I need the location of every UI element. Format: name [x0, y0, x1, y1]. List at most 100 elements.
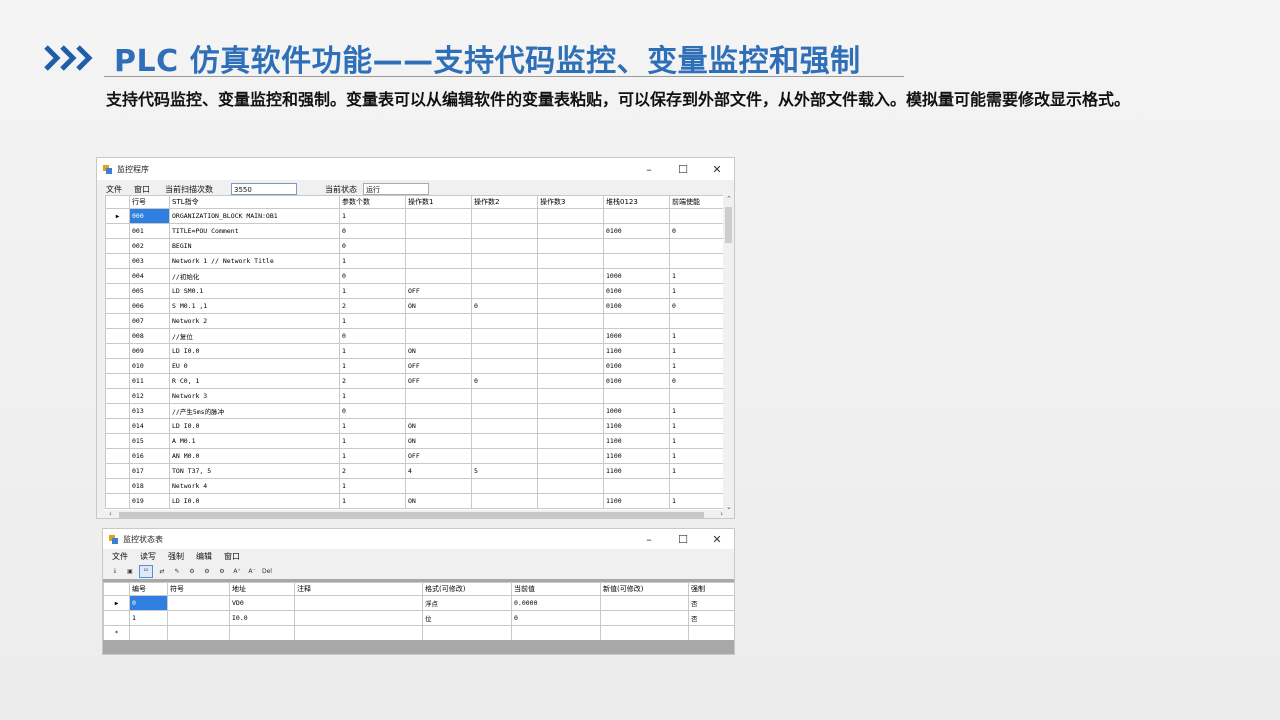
col-header[interactable]: 参数个数: [339, 195, 406, 209]
row-header[interactable]: [105, 463, 130, 479]
program-cell[interactable]: 1: [339, 358, 406, 374]
program-cell[interactable]: [405, 388, 472, 404]
delete-icon[interactable]: Del: [261, 566, 273, 577]
maximize-button[interactable]: ☐: [666, 158, 700, 180]
program-cell[interactable]: OFF: [405, 373, 472, 389]
program-cell[interactable]: [471, 328, 538, 344]
minimize-button[interactable]: –: [632, 529, 666, 549]
program-cell[interactable]: [537, 208, 604, 224]
program-cell[interactable]: [537, 418, 604, 434]
program-cell[interactable]: 2: [339, 298, 406, 314]
program-cell[interactable]: [471, 283, 538, 299]
program-row[interactable]: 010 EU 0 1 OFF 0100 1: [105, 358, 726, 374]
program-cell[interactable]: 0: [471, 373, 538, 389]
program-cell[interactable]: 019: [129, 493, 170, 509]
program-cell[interactable]: //初始化: [169, 268, 340, 284]
program-cell[interactable]: 017: [129, 463, 170, 479]
program-cell[interactable]: [471, 388, 538, 404]
row-header[interactable]: [105, 433, 130, 449]
program-cell[interactable]: [471, 253, 538, 269]
program-cell[interactable]: [537, 283, 604, 299]
status-cell[interactable]: [688, 625, 734, 640]
status-cell[interactable]: 0: [511, 610, 601, 626]
program-cell[interactable]: //复位: [169, 328, 340, 344]
status-cell[interactable]: [600, 610, 689, 626]
row-header[interactable]: [105, 373, 130, 389]
col-header[interactable]: 强制: [688, 582, 734, 596]
program-cell[interactable]: 1: [339, 208, 406, 224]
program-cell[interactable]: [537, 493, 604, 509]
program-row[interactable]: 012 Network 31: [105, 388, 726, 404]
program-cell[interactable]: 1: [669, 493, 726, 509]
program-cell[interactable]: 1: [669, 418, 726, 434]
program-cell[interactable]: [537, 373, 604, 389]
program-cell[interactable]: [471, 433, 538, 449]
program-row[interactable]: 018 Network 41: [105, 478, 726, 494]
status-cell[interactable]: [167, 625, 230, 640]
minimize-button[interactable]: –: [632, 158, 666, 180]
unforce-icon[interactable]: ⚙: [201, 566, 213, 577]
program-cell[interactable]: [669, 208, 726, 224]
program-cell[interactable]: Network 2: [169, 313, 340, 329]
status-cell[interactable]: [129, 625, 168, 640]
program-cell[interactable]: [471, 343, 538, 359]
row-header[interactable]: [105, 448, 130, 464]
program-cell[interactable]: Network 4: [169, 478, 340, 494]
program-cell[interactable]: OFF: [405, 283, 472, 299]
col-header[interactable]: 地址: [229, 582, 295, 596]
close-button[interactable]: ✕: [700, 158, 734, 180]
program-cell[interactable]: ON: [405, 298, 472, 314]
program-cell[interactable]: ORGANIZATION_BLOCK MAIN:OB1: [169, 208, 340, 224]
program-cell[interactable]: 1: [339, 493, 406, 509]
status-cell[interactable]: [600, 595, 689, 611]
program-cell[interactable]: 1100: [603, 448, 670, 464]
row-header[interactable]: [105, 313, 130, 329]
font-increase-icon[interactable]: A⁺: [231, 566, 243, 577]
force-icon[interactable]: ⚙: [186, 566, 198, 577]
program-cell[interactable]: 1: [339, 343, 406, 359]
program-cell[interactable]: 1: [339, 418, 406, 434]
program-cell[interactable]: ON: [405, 493, 472, 509]
program-cell[interactable]: 0: [339, 403, 406, 419]
program-cell[interactable]: 006: [129, 298, 170, 314]
program-cell[interactable]: 011: [129, 373, 170, 389]
program-cell[interactable]: 1: [669, 448, 726, 464]
scroll-right-icon[interactable]: ›: [720, 510, 723, 518]
col-header[interactable]: 格式(可修改): [422, 582, 512, 596]
program-row[interactable]: 004//初始化 0 1000 1: [105, 268, 726, 284]
program-cell[interactable]: [471, 358, 538, 374]
program-cell[interactable]: TITLE=POU Comment: [169, 223, 340, 239]
program-cell[interactable]: Network 1 // Network Title: [169, 253, 340, 269]
program-cell[interactable]: [471, 403, 538, 419]
program-cell[interactable]: [603, 253, 670, 269]
status-row[interactable]: 1 I0.0 位 0 否: [103, 610, 734, 626]
program-cell[interactable]: 0100: [603, 358, 670, 374]
menu-read-write[interactable]: 读写: [140, 551, 156, 562]
font-decrease-icon[interactable]: A⁻: [246, 566, 258, 577]
program-cell[interactable]: 014: [129, 418, 170, 434]
program-cell[interactable]: [537, 298, 604, 314]
program-cell[interactable]: [471, 208, 538, 224]
program-row[interactable]: 005 LD SM0.1 1 OFF 0100 1: [105, 283, 726, 299]
program-cell[interactable]: 1: [669, 343, 726, 359]
program-cell[interactable]: 0: [669, 373, 726, 389]
row-header[interactable]: [105, 418, 130, 434]
hscroll-thumb[interactable]: [119, 512, 704, 518]
current-row-indicator-icon[interactable]: ▶: [103, 595, 130, 611]
program-cell[interactable]: R C0, 1: [169, 373, 340, 389]
program-cell[interactable]: 1: [339, 313, 406, 329]
program-cell[interactable]: AN M0.0: [169, 448, 340, 464]
program-row[interactable]: 006 S M0.1 ,1 2 ON 0 0100 0: [105, 298, 726, 314]
program-cell[interactable]: [537, 358, 604, 374]
program-cell[interactable]: 1100: [603, 493, 670, 509]
program-row[interactable]: 002 BEGIN 0: [105, 238, 726, 254]
program-cell[interactable]: 1000: [603, 268, 670, 284]
row-header[interactable]: [105, 328, 130, 344]
status-row[interactable]: ▶ 0 VD0 浮点 0.0000 否: [103, 595, 734, 611]
program-cell[interactable]: [471, 418, 538, 434]
program-row[interactable]: 015 A M0.1 1 ON 1100 1: [105, 433, 726, 449]
col-header[interactable]: 操作数1: [405, 195, 472, 209]
program-cell[interactable]: [471, 268, 538, 284]
program-cell[interactable]: [471, 223, 538, 239]
program-cell[interactable]: [471, 313, 538, 329]
